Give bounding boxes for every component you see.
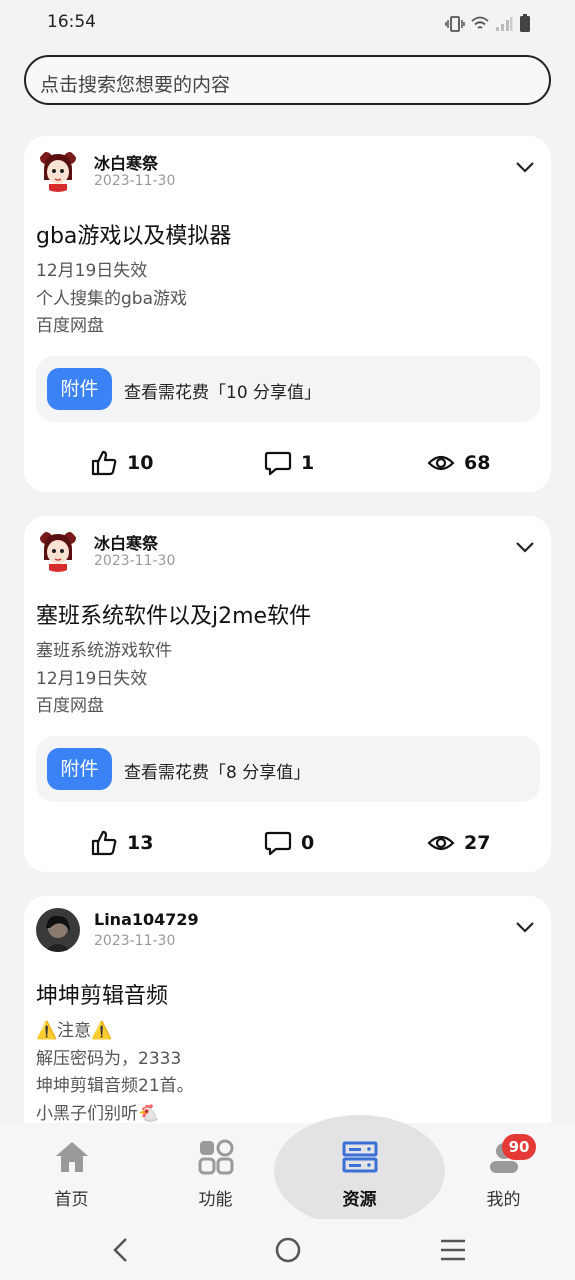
post-body-line: 解压密码为，2333 [36, 1048, 182, 1069]
menu-icon[interactable] [439, 1238, 467, 1262]
bottom-nav: 首页 功能 资源 我的 [0, 1115, 575, 1227]
home-icon [55, 1142, 88, 1172]
thumbs-up-icon [91, 830, 117, 856]
comment-icon [264, 451, 292, 476]
attachment-cost: 查看需花费「10 分享值」 [124, 383, 322, 403]
attachment-box[interactable]: 附件 查看需花费「8 分享值」 [36, 736, 540, 802]
view-count-stat: 68 [427, 449, 490, 477]
chevron-down-icon[interactable] [515, 160, 535, 174]
comment-button[interactable]: 1 [264, 449, 314, 477]
author-name[interactable]: Lina104729 [94, 910, 199, 929]
nav-item-profile[interactable]: 我的 [432, 1123, 575, 1219]
chevron-down-icon[interactable] [515, 540, 535, 554]
avatar[interactable] [36, 908, 80, 952]
post-body: ⚠️注意⚠️ 解压密码为，2333 坤坤剪辑音频21首。 小黑子们别听🐔 [36, 1018, 194, 1128]
comment-button[interactable]: 0 [264, 829, 314, 857]
status-time: 16:54 [47, 12, 96, 32]
attachment-cost: 查看需花费「8 分享值」 [124, 763, 311, 783]
nav-item-home[interactable]: 首页 [0, 1123, 143, 1219]
post-date: 2023-11-30 [94, 933, 176, 949]
post-title[interactable]: 塞班系统软件以及j2me软件 [36, 598, 311, 630]
notification-badge: 90 [502, 1134, 536, 1160]
post-title[interactable]: 坤坤剪辑音频 [36, 978, 168, 1010]
post-body-line: 12月19日失效 [36, 668, 148, 689]
like-button[interactable]: 10 [90, 449, 153, 477]
comment-count: 0 [301, 832, 315, 854]
nav-label: 功能 [198, 1190, 233, 1210]
nav-item-resources[interactable]: 资源 [288, 1123, 431, 1219]
post-body-line: 塞班系统游戏软件 [36, 641, 172, 661]
avatar[interactable] [36, 148, 80, 192]
attachment-box[interactable]: 附件 查看需花费「10 分享值」 [36, 356, 540, 422]
post-date: 2023-11-30 [94, 173, 176, 189]
like-count: 13 [127, 832, 154, 854]
grid-icon [198, 1139, 233, 1175]
search-placeholder: 点击搜索您想要的内容 [40, 74, 231, 96]
nav-label: 首页 [54, 1190, 89, 1210]
view-count: 68 [464, 452, 491, 474]
home-circle-icon[interactable] [274, 1236, 302, 1264]
vibrate-icon [445, 15, 465, 32]
post-body: 塞班系统游戏软件 12月19日失效 百度网盘 [36, 638, 172, 721]
post-date: 2023-11-30 [94, 553, 176, 569]
view-count-stat: 27 [427, 829, 490, 857]
status-bar: 16:54 [0, 0, 575, 46]
post-body-line: 坤坤剪辑音频21首。 [36, 1076, 194, 1096]
post-body-line: 百度网盘 [36, 316, 104, 336]
post-body-line: 12月19日失效 [36, 261, 148, 281]
back-icon[interactable] [110, 1237, 132, 1263]
post-card[interactable]: 冰白寒祭 2023-11-30 塞班系统软件以及j2me软件 塞班系统游戏软件 … [24, 516, 551, 872]
wifi-icon [471, 16, 489, 29]
attachment-tag: 附件 [47, 748, 112, 790]
like-button[interactable]: 13 [90, 829, 153, 857]
author-name[interactable]: 冰白寒祭 [94, 150, 158, 174]
nav-label: 资源 [342, 1190, 377, 1210]
post-title[interactable]: gba游戏以及模拟器 [36, 218, 231, 250]
post-card[interactable]: 冰白寒祭 2023-11-30 gba游戏以及模拟器 12月19日失效 个人搜集… [24, 136, 551, 492]
thumbs-up-icon [91, 450, 117, 476]
comment-icon [264, 831, 292, 856]
comment-count: 1 [301, 452, 315, 474]
post-body-line: ⚠️注意⚠️ [36, 1021, 113, 1041]
battery-icon [520, 14, 530, 32]
post-card[interactable]: Lina104729 2023-11-30 坤坤剪辑音频 ⚠️注意⚠️ 解压密码… [24, 896, 551, 1156]
like-count: 10 [127, 452, 154, 474]
system-nav-bar [0, 1219, 575, 1280]
signal-icon [496, 16, 513, 31]
view-count: 27 [464, 832, 491, 854]
author-name[interactable]: 冰白寒祭 [94, 530, 158, 554]
avatar[interactable] [36, 528, 80, 572]
status-icons [445, 14, 531, 33]
attachment-tag: 附件 [47, 368, 112, 410]
server-icon [342, 1141, 377, 1173]
search-input[interactable]: 点击搜索您想要的内容 [24, 55, 551, 105]
eye-icon [427, 455, 455, 471]
nav-label: 我的 [486, 1190, 521, 1210]
post-body-line: 个人搜集的gba游戏 [36, 288, 187, 309]
post-body-line: 百度网盘 [36, 696, 104, 716]
post-body: 12月19日失效 个人搜集的gba游戏 百度网盘 [36, 258, 187, 341]
chevron-down-icon[interactable] [515, 920, 535, 934]
eye-icon [427, 835, 455, 851]
nav-item-features[interactable]: 功能 [144, 1123, 287, 1219]
